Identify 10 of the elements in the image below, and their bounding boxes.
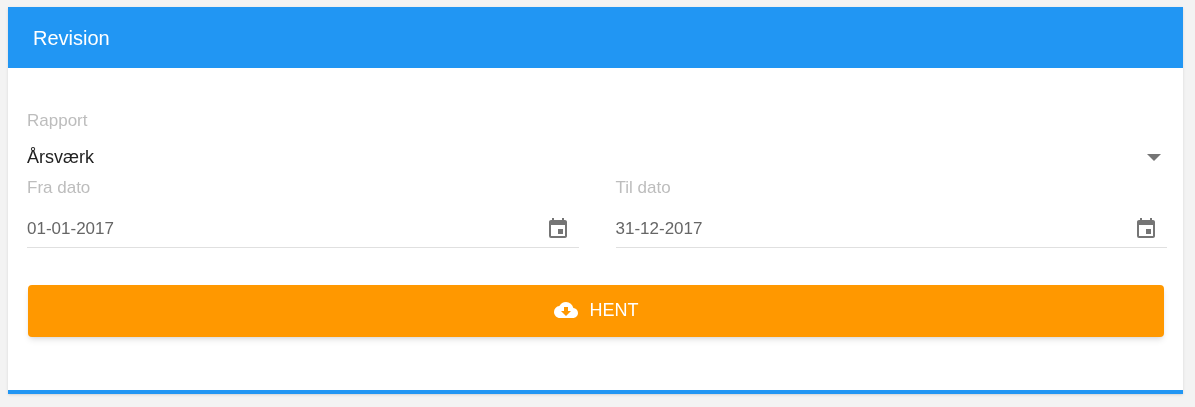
field-label: Rapport	[27, 110, 89, 132]
field-label: Fra dato	[27, 177, 92, 199]
field-label: Til dato	[615, 177, 672, 199]
dropdown-caret-icon	[1147, 153, 1161, 161]
cloud-download-icon	[553, 301, 578, 320]
date-field[interactable]: 31-12-2017	[615, 216, 1167, 248]
card-title: Revision	[33, 25, 110, 51]
calendar-icon[interactable]	[1134, 216, 1158, 241]
report-select[interactable]: Årsværk	[27, 145, 1164, 169]
date-field[interactable]: 01-01-2017	[27, 216, 579, 248]
